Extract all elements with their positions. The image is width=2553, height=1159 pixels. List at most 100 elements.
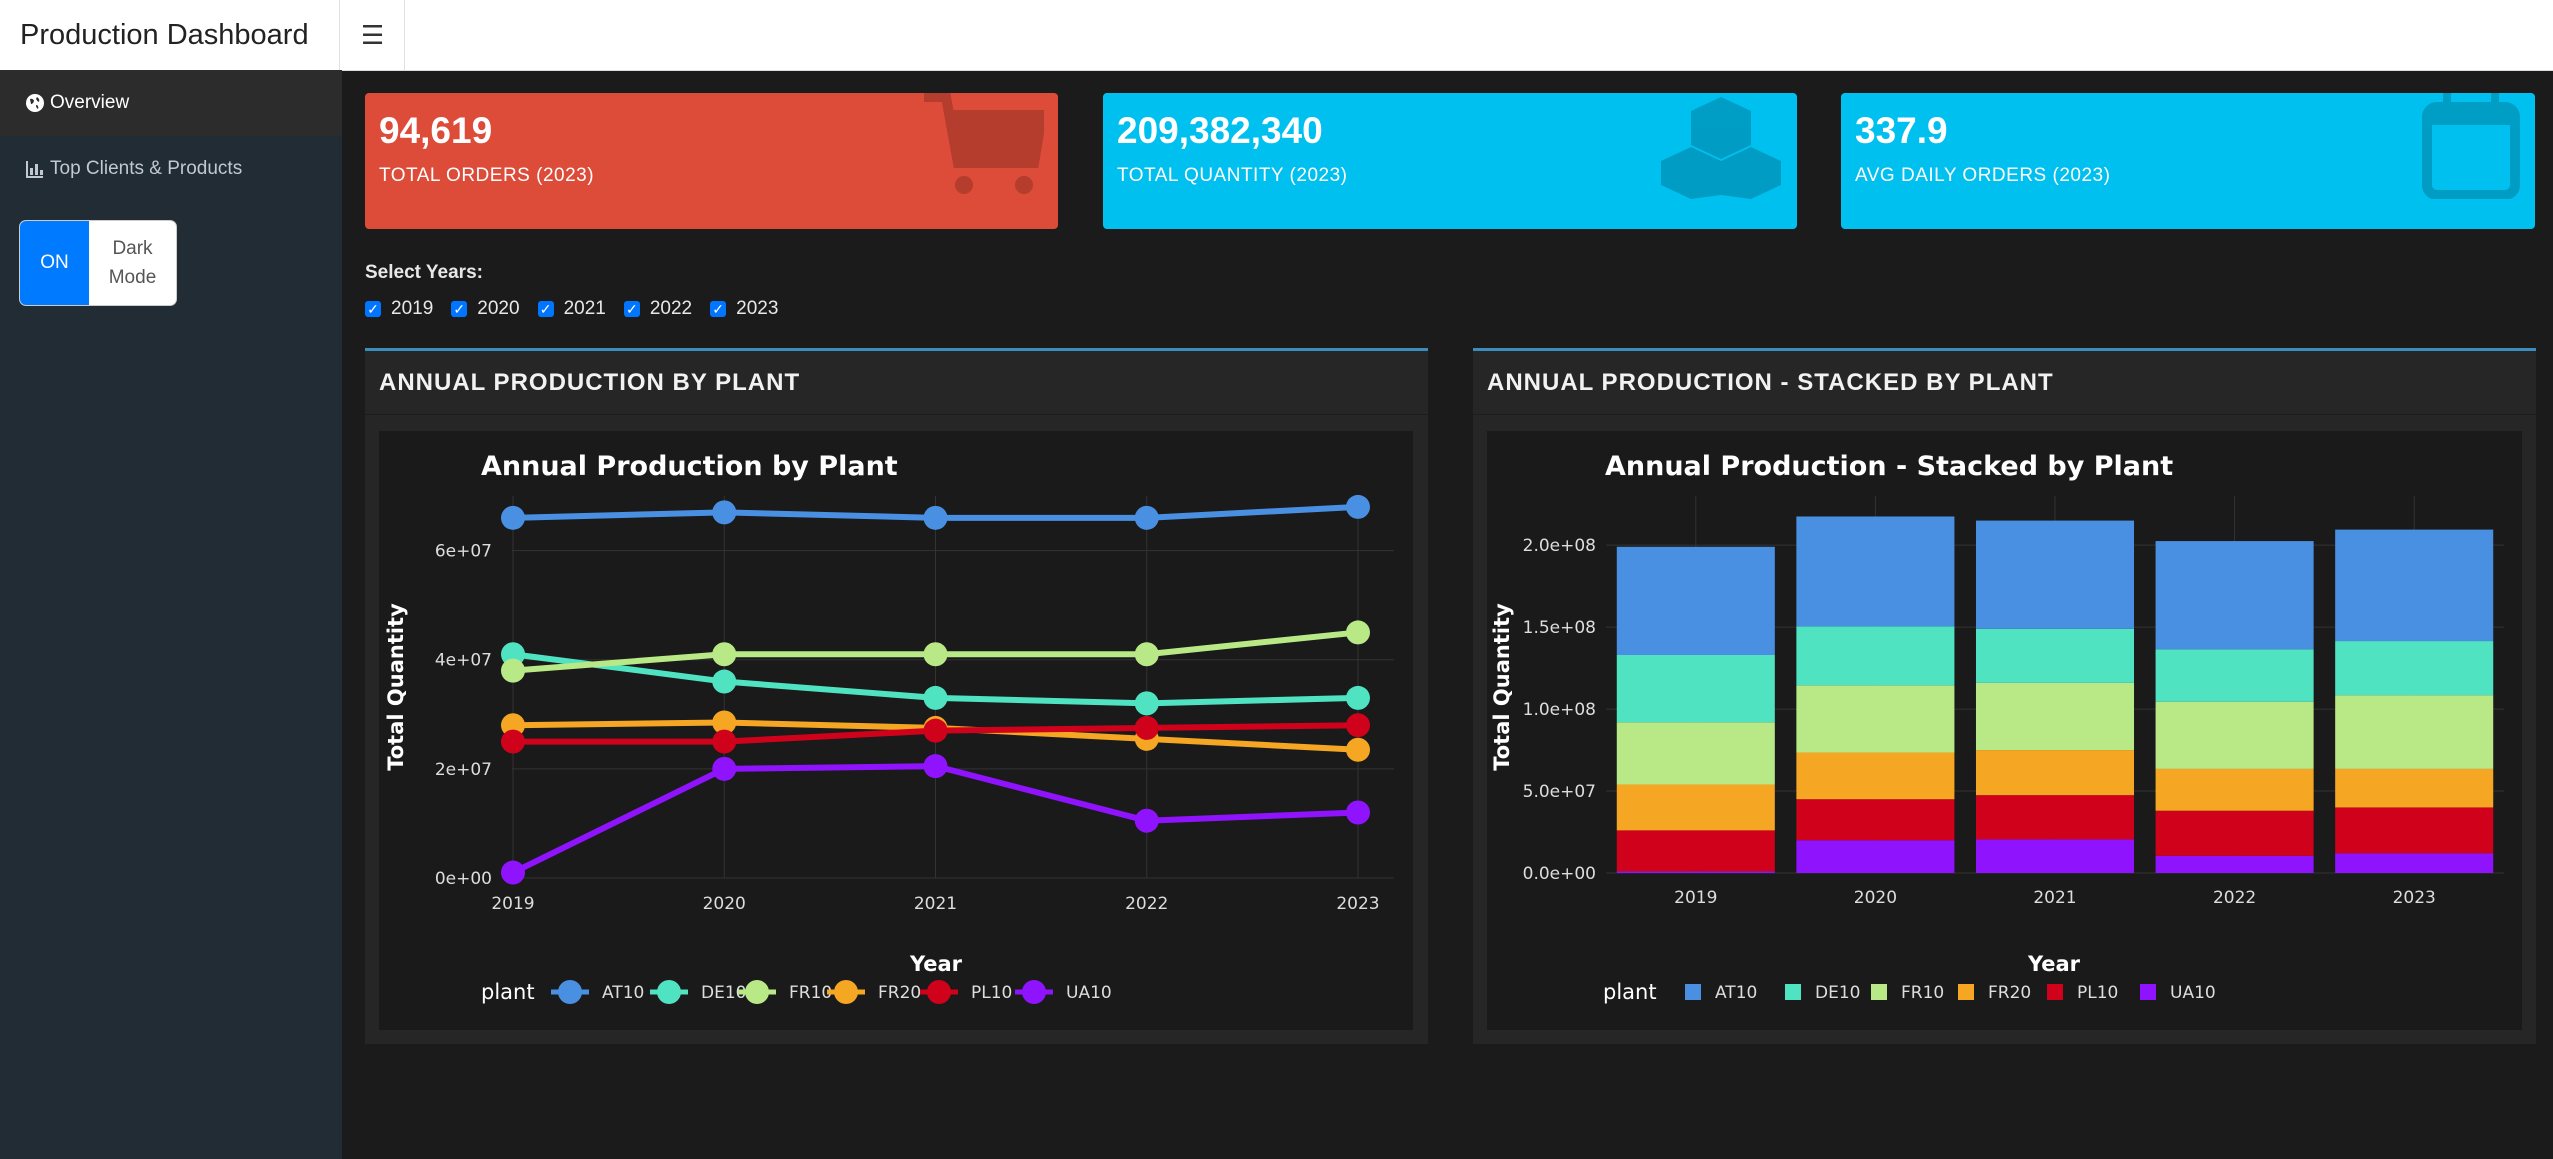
chart-title: Annual Production by Plant [481,451,898,482]
data-point-pl10 [923,718,948,743]
bar-segment-pl10 [1616,830,1775,872]
year-checkbox-2019[interactable]: ✓ 2019 [365,298,433,320]
x-tick-label: 2023 [1336,894,1379,914]
data-point-at10 [1346,494,1370,519]
data-point-de10 [712,669,737,694]
line-chart-panel: 0e+00 2e+07 4e+07 6e+07 2019 2020 2021 2022 2023… [379,431,1413,1030]
bar-segment-ua10 [2155,855,2314,873]
bar-segment-fr10 [1975,682,2135,751]
legend-label: FR10 [1901,983,1944,1003]
x-tick-label: 2020 [1854,888,1897,908]
data-point-ua10 [1346,800,1370,825]
hamburger-icon[interactable]: ☰ [341,0,405,70]
bar-segment-pl10 [2335,807,2494,854]
card-annual-production-stacked: ANNUAL PRODUCTION - STACKED BY PLANT 0.0… [1473,348,2536,1044]
data-point-fr10 [923,642,948,667]
value-box-total-orders: 94,619 TOTAL ORDERS (2023) [365,93,1058,229]
bar-segment-ua10 [1616,871,1775,873]
data-point-fr20 [1346,737,1370,762]
legend-marker-pl10 [927,980,951,1004]
y-tick-label: 1.0e+08 [1523,700,1596,720]
bar-segment-pl10 [2155,810,2314,856]
y-tick-label: 0.0e+00 [1523,864,1596,884]
data-point-ua10 [501,860,525,885]
data-point-at10 [501,505,525,530]
data-point-ua10 [712,756,737,781]
globe-icon [24,92,46,114]
data-point-fr10 [501,658,525,683]
data-point-ua10 [923,754,948,779]
legend-marker-de10 [657,980,681,1004]
data-point-at10 [712,500,737,525]
dark-mode-label: Dark Mode [108,238,157,288]
bar-segment-fr20 [1975,750,2135,796]
legend-swatch-fr10 [1871,984,1887,1000]
legend-swatch-fr20 [1958,984,1974,1000]
year-checkbox-2020[interactable]: ✓ 2020 [451,298,520,320]
legend-label: PL10 [971,983,1012,1003]
x-tick-label: 2022 [1125,894,1168,914]
x-tick-label: 2023 [2393,888,2436,908]
bar-segment-fr20 [1616,784,1775,831]
value-box-total-quantity: 209,382,340 TOTAL QUANTITY (2023) [1103,93,1797,229]
stacked-bar-chart[interactable]: 0.0e+00 5.0e+07 1.0e+08 1.5e+08 2.0e+08 2019 2… [1487,431,2522,1030]
chart-title: Annual Production - Stacked by Plant [1605,451,2173,482]
legend-label: PL10 [2077,983,2118,1003]
x-tick-label: 2019 [1674,888,1717,908]
calendar-icon [2421,93,2521,204]
year-checkbox-2022[interactable]: ✓ 2022 [623,298,692,320]
bar-segment-de10 [1975,628,2135,683]
data-point-at10 [1134,505,1159,530]
year-checkbox-2023[interactable]: ✓ 2023 [710,298,778,320]
data-point-fr10 [1134,642,1159,667]
legend-swatch-de10 [1785,984,1801,1000]
y-tick-label: 0e+00 [435,869,492,889]
sidebar-item-label: Top Clients & Products [50,158,243,179]
bar-segment-fr10 [1616,722,1775,785]
legend-label: AT10 [1715,983,1757,1003]
bar-chart-panel: 0.0e+00 5.0e+07 1.0e+08 1.5e+08 2.0e+08 2019 2… [1487,431,2522,1030]
y-axis-label: Total Quantity [384,603,408,771]
card-title: ANNUAL PRODUCTION BY PLANT [365,351,1428,415]
legend-label: FR10 [789,983,832,1003]
cubes-icon [1659,95,1783,206]
data-point-ua10 [1134,808,1159,833]
sidebar: Overview Top Clients & Products ON Dark M… [0,70,342,1159]
legend-swatch-at10 [1685,984,1701,1000]
bar-segment-pl10 [1975,795,2135,840]
y-tick-label: 4e+07 [435,651,492,671]
dark-mode-state: ON [20,221,89,305]
bar-segment-fr10 [1796,685,1955,753]
bar-segment-pl10 [1796,799,1955,841]
legend-label: UA10 [2170,983,2216,1003]
y-tick-label: 1.5e+08 [1523,618,1596,638]
x-tick-label: 2021 [914,894,957,914]
sidebar-item-top-clients-products[interactable]: Top Clients & Products [0,136,342,202]
legend-marker-fr10 [745,980,769,1004]
legend-marker-fr20 [834,980,858,1004]
data-point-fr10 [712,642,737,667]
year-checkbox-2021[interactable]: ✓ 2021 [537,298,606,320]
year-filter-title: Select Years: [365,262,483,283]
line-chart[interactable]: 0e+00 2e+07 4e+07 6e+07 2019 2020 2021 2022 2023… [379,431,1413,1030]
check-icon: ✓ [623,301,640,317]
y-axis-label: Total Quantity [1490,603,1514,771]
dark-mode-toggle[interactable]: ON Dark Mode [20,221,176,305]
x-axis-label: Year [2027,952,2081,976]
legend-title: plant [481,980,535,1004]
bar-segment-at10 [1616,546,1775,655]
bar-segment-ua10 [1796,840,1955,873]
legend-label: AT10 [602,983,644,1003]
x-tick-label: 2020 [703,894,746,914]
check-icon: ✓ [537,301,554,317]
app-title: Production Dashboard [0,0,340,70]
bar-segment-fr10 [2335,695,2494,769]
x-axis-label: Year [909,952,963,976]
bar-segment-ua10 [2335,853,2494,873]
legend-label: FR20 [878,983,921,1003]
bar-segment-at10 [1975,520,2135,629]
legend-label: DE10 [1815,983,1860,1003]
chart-icon [24,158,46,180]
bar-segment-fr20 [2335,768,2494,808]
sidebar-item-overview[interactable]: Overview [0,70,342,136]
